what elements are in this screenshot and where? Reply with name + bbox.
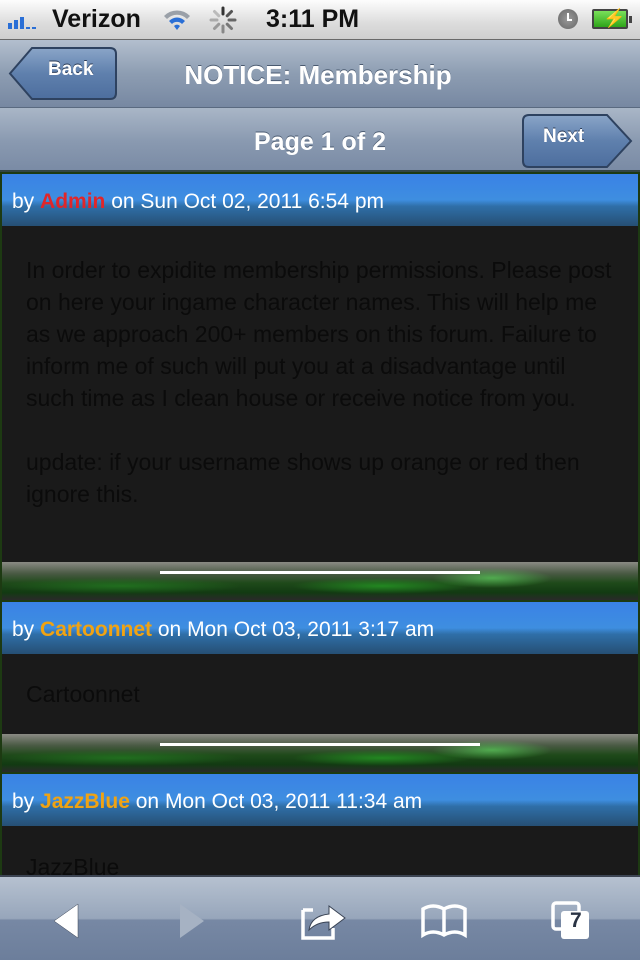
post-divider	[2, 562, 638, 600]
post-body: In order to expidite membership permissi…	[2, 226, 638, 562]
post: by Admin on Sun Oct 02, 2011 6:54 pm In …	[2, 172, 638, 600]
alarm-clock-icon	[558, 9, 578, 29]
wifi-icon	[164, 10, 190, 30]
post-by: by	[12, 790, 35, 813]
bookmarks-icon	[421, 904, 467, 939]
post-paragraph: In order to expidite membership permissi…	[26, 257, 612, 411]
post-date: on Mon Oct 03, 2011 3:17 am	[157, 618, 435, 641]
post-body: Cartoonnet	[2, 654, 638, 734]
status-bar: Verizon 3:11 PM ⚡	[0, 0, 640, 40]
post-author[interactable]: Cartoonnet	[40, 618, 152, 641]
post-header: by Admin on Sun Oct 02, 2011 6:54 pm	[2, 172, 638, 226]
bookmarks-button[interactable]	[414, 897, 474, 945]
post-author[interactable]: JazzBlue	[40, 790, 130, 813]
post-paragraph: JazzBlue	[26, 854, 120, 875]
post-date: on Sun Oct 02, 2011 6:54 pm	[111, 190, 384, 213]
divider-rule	[160, 743, 480, 746]
navigation-bar: Back NOTICE: Membership	[0, 40, 640, 108]
post-date: on Mon Oct 03, 2011 11:34 am	[135, 790, 423, 813]
forward-icon	[180, 904, 204, 938]
post-header: by JazzBlue on Mon Oct 03, 2011 11:34 am	[2, 772, 638, 826]
tabs-button[interactable]: 7	[542, 897, 602, 945]
post-paragraph: Cartoonnet	[26, 681, 140, 707]
browser-back-button[interactable]	[36, 897, 96, 945]
posts-list[interactable]: by Admin on Sun Oct 02, 2011 6:54 pm In …	[0, 172, 640, 875]
post: by Cartoonnet on Mon Oct 03, 2011 3:17 a…	[2, 600, 638, 772]
divider-rule	[160, 571, 480, 574]
tabs-count: 7	[570, 909, 582, 932]
pager-bar: Page 1 of 2 Next	[0, 108, 640, 172]
signal-icon	[8, 13, 36, 29]
next-button[interactable]: Next	[521, 113, 633, 169]
post-body: JazzBlue	[2, 826, 638, 875]
clock-time: 3:11 PM	[266, 5, 360, 33]
page-title: NOTICE: Membership	[184, 60, 452, 90]
post: by JazzBlue on Mon Oct 03, 2011 11:34 am…	[2, 772, 638, 875]
browser-toolbar: 7	[0, 875, 640, 960]
activity-spinner-icon	[209, 6, 237, 34]
share-icon	[301, 905, 346, 940]
post-header: by Cartoonnet on Mon Oct 03, 2011 3:17 a…	[2, 600, 638, 654]
post-paragraph: update: if your username shows up orange…	[26, 449, 580, 507]
post-divider	[2, 734, 638, 772]
post-author[interactable]: Admin	[40, 190, 105, 213]
post-by: by	[12, 618, 35, 641]
browser-forward-button[interactable]	[162, 897, 222, 945]
carrier-name: Verizon	[52, 5, 141, 33]
back-icon	[53, 903, 79, 939]
next-button-label: Next	[543, 126, 585, 147]
battery-charging-icon: ⚡	[592, 8, 632, 29]
share-button[interactable]	[294, 897, 354, 945]
post-by: by	[12, 190, 35, 213]
